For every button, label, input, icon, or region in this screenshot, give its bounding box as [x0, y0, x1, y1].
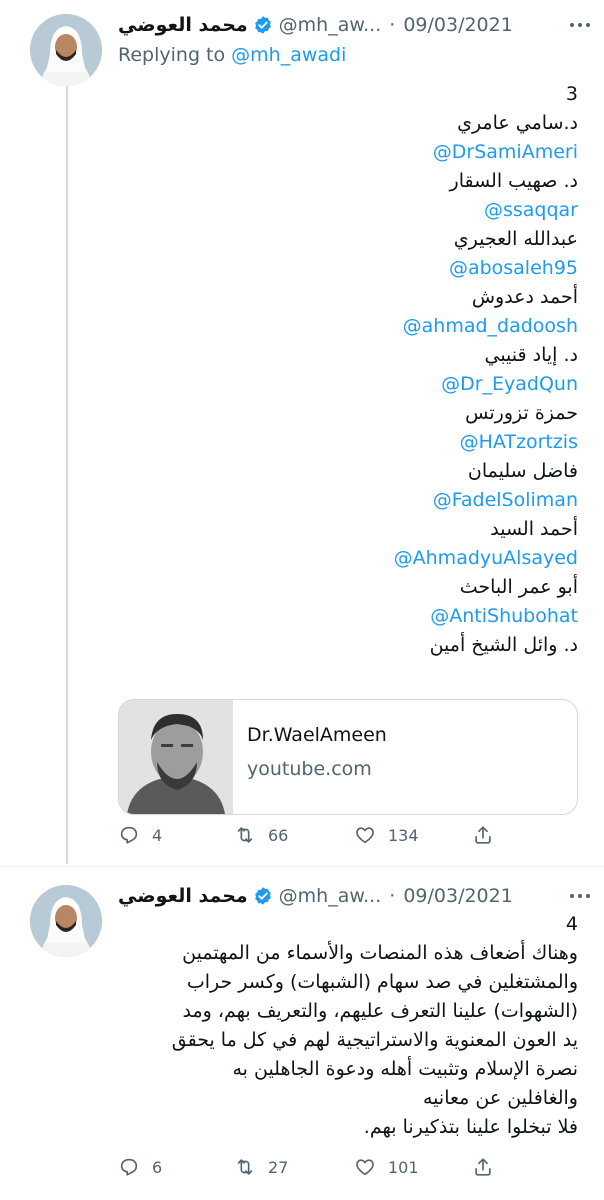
tweet-text-line: أحمد دعدوش [471, 286, 578, 308]
retweet-icon [237, 827, 253, 843]
reply-button[interactable]: 6 [118, 1156, 162, 1178]
retweet-count: 27 [268, 1157, 289, 1177]
retweet-button[interactable]: 27 [234, 1156, 288, 1178]
share-button[interactable] [472, 1156, 494, 1178]
tweet-text-line: د. إياد قنيبي [484, 344, 578, 366]
mention-link[interactable]: @AntiShubohat [118, 602, 578, 631]
retweet-icon [237, 1159, 253, 1175]
reply-button[interactable]: 4 [118, 824, 162, 846]
tweet-text-line: (الشهوات) علينا التعرف عليهم، والتعريف ب… [182, 1000, 578, 1022]
tweet-text-line: عبدالله العجيري [453, 228, 578, 250]
tweet-header: محمد العوضي @mh_aw... · 09/03/2021 [118, 881, 590, 911]
mention-link[interactable]: @DrSamiAmeri [118, 138, 578, 167]
replying-prefix: Replying to [118, 44, 226, 66]
replying-to: Replying to @mh_awadi [118, 44, 346, 66]
verified-badge-icon [254, 16, 271, 34]
tweet-text-line: يد العون المعنوية والاستراتيجية لهم في ك… [171, 1029, 578, 1051]
separator-dot: · [389, 885, 396, 907]
author-handle[interactable]: @mh_aw... [279, 885, 382, 907]
tweet-text-line: د.سامي عامري [457, 112, 578, 134]
mention-link[interactable]: @HATzortzis [118, 428, 578, 457]
more-icon[interactable] [570, 886, 590, 906]
like-count: 134 [388, 825, 419, 845]
mention-link[interactable]: @ahmad_dadoosh [118, 312, 578, 341]
mention-link[interactable]: @AhmadyuAlsayed [118, 544, 578, 573]
tweet-actions: 4 66 134 [118, 824, 578, 848]
tweet-actions: 6 27 101 [118, 1156, 578, 1180]
like-count: 101 [388, 1157, 419, 1177]
tweet-header: محمد العوضي @mh_aw... · 09/03/2021 [118, 10, 590, 40]
tweet-text-line: حمزة تزورتس [465, 402, 578, 424]
share-icon [475, 1158, 491, 1176]
avatar[interactable] [30, 885, 102, 957]
like-button[interactable]: 101 [354, 1156, 419, 1178]
reply-icon [120, 826, 138, 844]
tweet-text: 3 د.سامي عامري @DrSamiAmeri د. صهيب السقار @… [118, 80, 578, 660]
tweet-text-line: 3 [565, 83, 578, 105]
tweet-text-line: والمشتغلين في صد سهام (الشبهات) وكسر حرا… [186, 971, 578, 993]
like-icon [356, 1159, 374, 1176]
tweet-text-line: 4 [565, 913, 578, 935]
author-name[interactable]: محمد العوضي [118, 885, 248, 907]
card-thumbnail [119, 700, 233, 814]
tweet-date[interactable]: 09/03/2021 [403, 14, 513, 36]
reply-count: 6 [152, 1157, 163, 1177]
tweet-date[interactable]: 09/03/2021 [403, 885, 513, 907]
tweet-text-line: د. وائل الشيخ أمين [429, 634, 578, 656]
share-button[interactable] [472, 824, 494, 846]
mention-link[interactable]: @Dr_EyadQun [118, 370, 578, 399]
separator-dot: · [389, 14, 396, 36]
tweet-text-line: والغافلين عن معانيه [423, 1087, 578, 1109]
verified-badge-icon [254, 887, 271, 905]
share-icon [475, 826, 491, 844]
replying-mention[interactable]: @mh_awadi [231, 44, 346, 66]
avatar[interactable] [30, 14, 102, 86]
mention-link[interactable]: @FadelSoliman [118, 486, 578, 515]
tweet-text-line: أحمد السيد [490, 518, 578, 540]
like-icon [356, 827, 374, 844]
card-domain: youtube.com [247, 758, 372, 780]
mention-link[interactable]: @abosaleh95 [118, 254, 578, 283]
reply-icon [120, 1158, 138, 1176]
tweet-text-line: وهناك أضعاف هذه المنصات والأسماء من المه… [182, 942, 578, 964]
tweet-text-line: فلا تبخلوا علينا بتذكيرنا بهم. [363, 1116, 578, 1138]
thread-line [66, 86, 68, 864]
like-button[interactable]: 134 [354, 824, 419, 846]
retweet-count: 66 [268, 825, 289, 845]
tweet-text-line: فاضل سليمان [467, 460, 578, 482]
author-name[interactable]: محمد العوضي [118, 14, 248, 36]
tweet-text-line: أبو عمر الباحث [459, 576, 578, 598]
author-handle[interactable]: @mh_aw... [279, 14, 382, 36]
tweet-text-line: د. صهيب السقار [449, 170, 578, 192]
mention-link[interactable]: @ssaqqar [118, 196, 578, 225]
tweet-2[interactable]: محمد العوضي @mh_aw... · 09/03/2021 4 وهنا… [0, 867, 604, 1200]
retweet-button[interactable]: 66 [234, 824, 288, 846]
tweet-text-line: نصرة الإسلام وتثبيت أهله ودعوة الجاهلين … [232, 1058, 578, 1080]
link-card[interactable]: Dr.WaelAmeen youtube.com [118, 699, 578, 815]
tweet-1[interactable]: محمد العوضي @mh_aw... · 09/03/2021 Reply… [0, 0, 604, 866]
tweet-text: 4 وهناك أضعاف هذه المنصات والأسماء من الم… [118, 910, 578, 1142]
reply-count: 4 [152, 825, 163, 845]
card-title: Dr.WaelAmeen [247, 724, 387, 746]
more-icon[interactable] [570, 15, 590, 35]
